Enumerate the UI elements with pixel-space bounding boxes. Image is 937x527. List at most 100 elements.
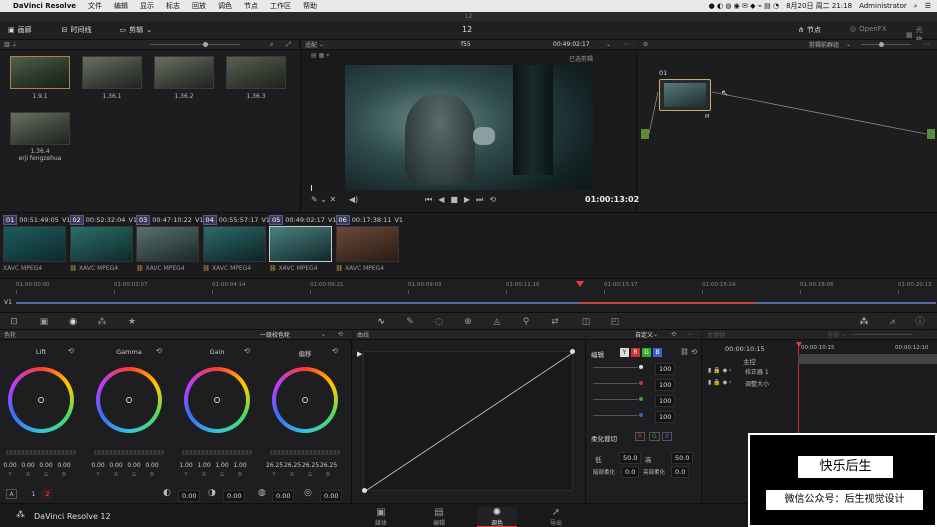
gallery-button[interactable]: ▣ 画廊 bbox=[0, 25, 40, 35]
pen-icon[interactable]: ✎ ⌄ ✕ bbox=[311, 195, 336, 204]
star-icon[interactable]: ★ bbox=[126, 316, 138, 328]
status-icons[interactable]: ● ◐ ◍ ◉ ✉ ◆ ⌁ ▤ ◔ bbox=[709, 2, 779, 10]
menu-edit[interactable]: 编辑 bbox=[114, 1, 128, 11]
keyframe-row-2[interactable]: ▮ 🔒 ◆ › bbox=[708, 379, 732, 386]
nodes-button[interactable]: ⋔ 节点 bbox=[790, 25, 829, 35]
search-icon[interactable]: ⌕ bbox=[270, 41, 273, 49]
tracker-icon[interactable]: ⊕ bbox=[462, 316, 474, 328]
eyedropper-icon[interactable]: ✎ bbox=[404, 316, 416, 328]
menu-help[interactable]: 帮助 bbox=[303, 1, 317, 11]
b-value[interactable]: 100 bbox=[655, 411, 676, 423]
curve-point-high[interactable] bbox=[570, 349, 575, 354]
curve-point-low[interactable] bbox=[362, 488, 367, 493]
wheel-value[interactable]: 0.00 bbox=[126, 462, 142, 469]
gallery-still-2[interactable] bbox=[82, 56, 142, 89]
wheel-value[interactable]: 0.00 bbox=[108, 462, 124, 469]
track-bar[interactable] bbox=[16, 302, 936, 304]
wheel-value[interactable]: 0.00 bbox=[20, 462, 36, 469]
curve-play-icon[interactable]: ▶ bbox=[357, 350, 362, 358]
playhead-marker[interactable] bbox=[311, 185, 312, 191]
grid-view-icon[interactable]: ▥ ⊥ bbox=[4, 41, 17, 48]
color-wheel[interactable] bbox=[96, 367, 162, 433]
reset-icon[interactable]: ⟲ bbox=[338, 331, 343, 338]
menu-file[interactable]: 文件 bbox=[88, 1, 102, 11]
key-icon[interactable]: ⚲ bbox=[520, 316, 532, 328]
b-slider[interactable] bbox=[593, 415, 638, 416]
wheel-master-slider[interactable] bbox=[182, 450, 252, 455]
timeline-clip[interactable] bbox=[136, 226, 199, 262]
wheel-puck[interactable] bbox=[302, 397, 308, 403]
chevron-down-icon[interactable]: ⌄ bbox=[841, 331, 846, 338]
transport-controls[interactable]: ⏮◀■▶⏭⟲ bbox=[425, 195, 502, 205]
menu-nodes[interactable]: 节点 bbox=[244, 1, 258, 11]
low-soft-value[interactable]: 0.0 bbox=[621, 466, 640, 478]
channel-r[interactable]: R bbox=[631, 348, 640, 357]
wheel-value[interactable]: 0.00 bbox=[38, 462, 54, 469]
color-wheel[interactable] bbox=[272, 367, 338, 433]
wheel-value[interactable]: 26.25 bbox=[302, 462, 319, 469]
keyframes-filter[interactable]: 全部 bbox=[827, 330, 839, 339]
curves-graph[interactable] bbox=[362, 349, 575, 493]
wheel-puck[interactable] bbox=[38, 397, 44, 403]
scope-icon[interactable]: ⩘ bbox=[886, 316, 898, 328]
wheel-value[interactable]: 26.25 bbox=[320, 462, 337, 469]
nodes-mini-icon[interactable]: ⁂ bbox=[858, 316, 870, 328]
clips-button[interactable]: ▭ 剪辑 ⌄ bbox=[112, 25, 161, 35]
reset-icon[interactable]: ⟲ bbox=[156, 347, 162, 355]
timeline-clip[interactable] bbox=[202, 226, 266, 262]
soft-clip-g[interactable]: G bbox=[649, 432, 660, 441]
reset-icon[interactable]: ⟲ bbox=[244, 347, 250, 355]
chevron-down-icon[interactable]: ⌄ bbox=[321, 331, 326, 338]
wheel-value[interactable]: 0.00 bbox=[144, 462, 160, 469]
saturation-value[interactable]: 0.00 bbox=[272, 490, 295, 502]
r-value[interactable]: 100 bbox=[655, 379, 676, 391]
viewer-mode-icons[interactable]: ▤ ▦ ⌖ bbox=[311, 52, 330, 60]
more-icon[interactable]: ⋯ bbox=[923, 331, 929, 338]
track-selected-bar[interactable] bbox=[580, 302, 755, 304]
timeline-clip[interactable] bbox=[69, 226, 133, 262]
wheel-value[interactable]: 1.00 bbox=[196, 462, 212, 469]
low-value[interactable]: 50.0 bbox=[619, 452, 642, 464]
keyframe-row-1[interactable]: ▮ 🔒 ◆ › bbox=[708, 367, 732, 374]
window-icon[interactable]: ◌ bbox=[433, 316, 445, 328]
wheel-value[interactable]: 26.25 bbox=[284, 462, 301, 469]
link-icon[interactable]: ⛓ ⟲ bbox=[680, 348, 697, 356]
channel-y[interactable]: Y bbox=[620, 348, 629, 357]
gallery-still-3[interactable] bbox=[154, 56, 214, 89]
wheel-value[interactable]: 1.00 bbox=[232, 462, 248, 469]
page-1-button[interactable]: 1 bbox=[28, 489, 39, 499]
app-menu[interactable]: DaVinci Resolve bbox=[13, 2, 76, 10]
expand-icon[interactable]: ⤢ bbox=[286, 41, 291, 49]
high-soft-value[interactable]: 0.0 bbox=[671, 466, 690, 478]
channel-g[interactable]: G bbox=[642, 348, 651, 357]
thumb-size-knob[interactable] bbox=[203, 42, 208, 47]
search-icon[interactable]: ⌕ bbox=[914, 2, 918, 11]
viewer-mode[interactable]: 已选剪辑 bbox=[569, 54, 593, 63]
high-value[interactable]: 50.0 bbox=[671, 452, 694, 464]
timeline-clip[interactable] bbox=[335, 226, 399, 262]
soft-clip-r[interactable]: R bbox=[635, 432, 646, 441]
master-track[interactable] bbox=[798, 354, 937, 364]
gallery-still-4[interactable] bbox=[226, 56, 286, 89]
page-deliver[interactable]: ➚ 导出 bbox=[536, 507, 576, 527]
page-edit[interactable]: ▤ 编辑 bbox=[419, 507, 459, 527]
reset-icon[interactable]: ⟲ bbox=[671, 331, 676, 338]
mini-timeline[interactable]: 01:00:00:00 01:00:02:07 01:00:04:14 01:00:0… bbox=[0, 278, 937, 312]
chevron-down-icon[interactable]: ⌄ bbox=[606, 41, 611, 48]
wheel-master-slider[interactable] bbox=[94, 450, 164, 455]
gallery-still-5[interactable] bbox=[10, 112, 70, 145]
keyframe-zoom[interactable] bbox=[853, 334, 913, 335]
wheel-value[interactable]: 1.00 bbox=[178, 462, 194, 469]
chevron-down-icon[interactable]: ⌄ bbox=[653, 331, 658, 338]
curve-icon[interactable]: ∿ bbox=[375, 316, 387, 328]
thumb-size-slider[interactable] bbox=[150, 44, 240, 45]
color-wheel[interactable] bbox=[8, 367, 74, 433]
channel-b[interactable]: B bbox=[653, 348, 662, 357]
stereo-icon[interactable]: ◰ bbox=[609, 316, 621, 328]
blur-icon[interactable]: ◬ bbox=[491, 316, 503, 328]
wheel-value[interactable]: 0.00 bbox=[56, 462, 72, 469]
menu-playback[interactable]: 回放 bbox=[192, 1, 206, 11]
audio-icon[interactable]: ◀) bbox=[349, 195, 358, 204]
image-icon[interactable]: ▣ bbox=[38, 316, 50, 328]
pivot-value[interactable]: 0.00 bbox=[223, 490, 246, 502]
